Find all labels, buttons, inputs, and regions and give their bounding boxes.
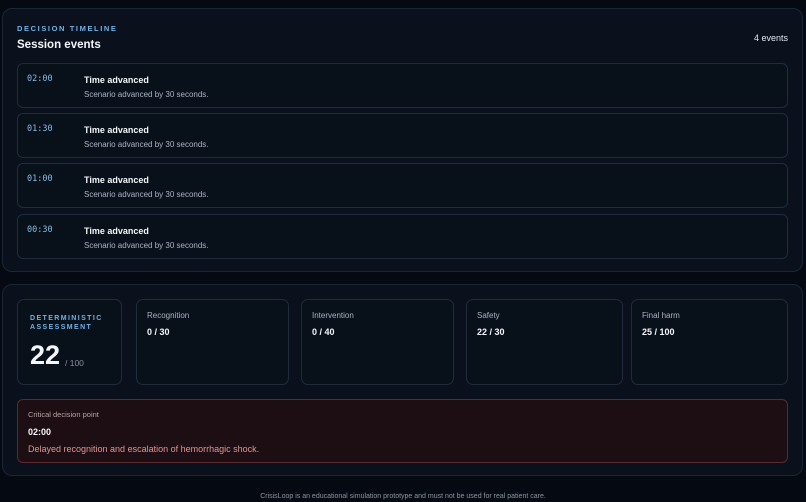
metric-value: 0 / 40 xyxy=(312,327,335,337)
metric-title: Recognition xyxy=(147,311,190,320)
score-card: DETERMINISTIC ASSESSMENT 22 / 100 xyxy=(17,299,122,385)
event-title: Time advanced xyxy=(84,175,149,185)
critical-description: Delayed recognition and escalation of he… xyxy=(28,444,260,454)
score-max: / 100 xyxy=(65,358,84,368)
event-time: 01:30 xyxy=(27,124,53,134)
event-title: Time advanced xyxy=(84,125,149,135)
event-time: 01:00 xyxy=(27,174,53,184)
disclaimer-footer: CrisisLoop is an educational simulation … xyxy=(260,493,546,500)
metric-card-intervention: Intervention 0 / 40 xyxy=(301,299,454,385)
event-time: 00:30 xyxy=(27,225,53,235)
critical-decision-point: Critical decision point 02:00 Delayed re… xyxy=(17,399,788,463)
decision-timeline-panel: DECISION TIMELINE Session events 4 event… xyxy=(2,8,803,272)
metric-card-safety: Safety 22 / 30 xyxy=(466,299,623,385)
metric-title: Final harm xyxy=(642,311,680,320)
critical-label: Critical decision point xyxy=(28,410,99,419)
metric-value: 22 / 30 xyxy=(477,327,505,337)
event-time: 02:00 xyxy=(27,74,53,84)
timeline-eyebrow: DECISION TIMELINE xyxy=(17,24,118,33)
assessment-panel: DETERMINISTIC ASSESSMENT 22 / 100 Recogn… xyxy=(2,284,803,476)
timeline-title: Session events xyxy=(17,39,101,51)
event-title: Time advanced xyxy=(84,226,149,236)
score-value: 22 xyxy=(30,340,61,370)
event-description: Scenario advanced by 30 seconds. xyxy=(84,190,209,199)
score-label: DETERMINISTIC ASSESSMENT xyxy=(30,315,103,331)
metric-card-final-harm: Final harm 25 / 100 xyxy=(631,299,788,385)
timeline-event: 00:30 Time advanced Scenario advanced by… xyxy=(17,214,788,259)
metric-card-recognition: Recognition 0 / 30 xyxy=(136,299,289,385)
metric-title: Safety xyxy=(477,311,500,320)
event-count: 4 events xyxy=(753,33,788,43)
metric-value: 25 / 100 xyxy=(642,327,675,337)
event-title: Time advanced xyxy=(84,75,149,85)
metric-value: 0 / 30 xyxy=(147,327,170,337)
critical-time: 02:00 xyxy=(28,427,52,437)
timeline-event: 02:00 Time advanced Scenario advanced by… xyxy=(17,63,788,108)
event-description: Scenario advanced by 30 seconds. xyxy=(84,241,209,250)
metric-title: Intervention xyxy=(312,311,354,320)
event-description: Scenario advanced by 30 seconds. xyxy=(84,90,209,99)
timeline-event: 01:00 Time advanced Scenario advanced by… xyxy=(17,163,788,208)
event-description: Scenario advanced by 30 seconds. xyxy=(84,140,209,149)
timeline-event: 01:30 Time advanced Scenario advanced by… xyxy=(17,113,788,158)
